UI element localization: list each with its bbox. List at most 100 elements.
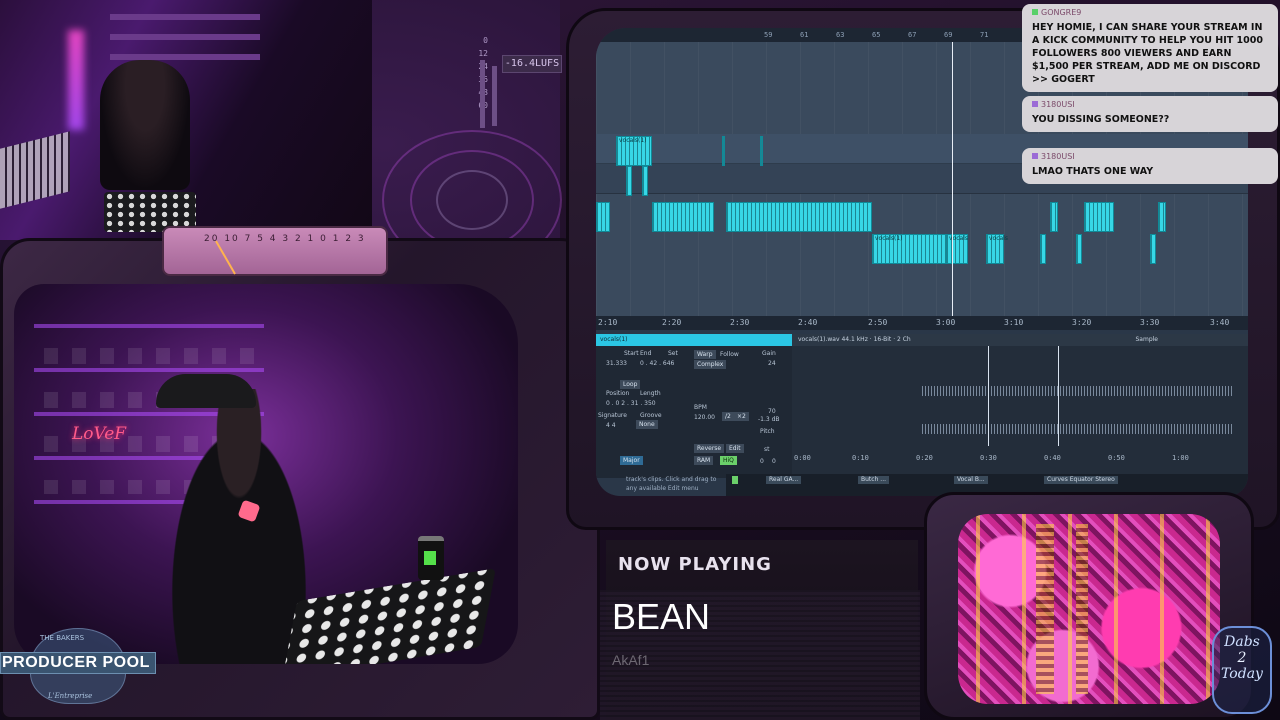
chat-message: 3180USI YOU DISSING SOMEONE?? xyxy=(1022,96,1278,132)
audio-clip[interactable] xyxy=(1158,202,1166,232)
audio-clip[interactable] xyxy=(652,202,714,232)
audio-clip[interactable]: vocals xyxy=(946,234,968,264)
sample-tick: 0:20 xyxy=(916,454,933,462)
shelf xyxy=(110,14,260,20)
signature-values[interactable]: 4 4 xyxy=(606,422,616,429)
sample-tick: 0:10 xyxy=(852,454,869,462)
chat-username: 3180USI xyxy=(1022,148,1278,161)
groove-select[interactable]: None xyxy=(636,420,658,429)
gain-label: Gain xyxy=(762,350,776,357)
pitch-value[interactable]: 0 xyxy=(760,458,764,465)
main-webcam: LoVeF xyxy=(14,284,518,664)
visualizer-bars xyxy=(1036,524,1136,694)
vu-scale: 20 10 7 5 4 3 2 1 0 1 2 3 xyxy=(204,234,366,244)
audio-clip[interactable] xyxy=(642,166,648,196)
double-button[interactable]: ×2 xyxy=(734,412,749,421)
logo-line: 2 xyxy=(1237,650,1247,666)
time-ruler[interactable]: 2:10 2:20 2:30 2:40 2:50 3:00 3:10 3:20 … xyxy=(596,316,1248,330)
neon-light xyxy=(68,30,84,130)
sample-editor[interactable]: vocals(1).wav 44.1 kHz · 16-Bit · 2 Ch S… xyxy=(792,334,1248,478)
audio-clip[interactable] xyxy=(1050,202,1058,232)
warp-mode-select[interactable]: Complex xyxy=(694,360,727,369)
device-real-ga[interactable]: Real GA... xyxy=(766,476,802,484)
sample-tab[interactable]: Sample xyxy=(1136,336,1159,343)
device-butch[interactable]: Butch ... xyxy=(858,476,890,484)
scale-select[interactable]: Major xyxy=(620,456,643,465)
audio-clip[interactable] xyxy=(760,136,763,166)
bpm-value[interactable]: 120.00 xyxy=(694,414,715,421)
ruler-tick: 69 xyxy=(944,31,953,39)
playhead[interactable] xyxy=(952,42,953,328)
hiq-button[interactable]: HiQ xyxy=(720,456,737,465)
platform-badge-icon xyxy=(1032,153,1038,159)
audio-clip[interactable]: vocals xyxy=(986,234,1008,264)
device-vocal[interactable]: Vocal B... xyxy=(954,476,988,484)
audio-clip[interactable] xyxy=(1040,234,1046,264)
loop-end-marker[interactable] xyxy=(1058,346,1059,446)
end-value[interactable]: 0 . 42 . 646 xyxy=(640,360,674,367)
time-tick: 3:30 xyxy=(1140,318,1160,327)
signature-label: Signature xyxy=(598,412,627,419)
visualizer xyxy=(958,514,1220,704)
pitch-cents[interactable]: 0 xyxy=(772,458,776,465)
chat-username: 3180USI xyxy=(1022,96,1278,109)
loop-button[interactable]: Loop xyxy=(620,380,641,389)
set-label: Set xyxy=(668,350,678,357)
loop-values[interactable]: 0 . 0 2 . 31 . 350 xyxy=(606,400,656,407)
start-value[interactable]: 31.333 xyxy=(606,360,627,367)
pitch-st: st xyxy=(764,446,770,453)
ruler-tick: 61 xyxy=(800,31,809,39)
meter-bar xyxy=(492,66,497,126)
ruler-tick: 59 xyxy=(764,31,773,39)
chat-message: GONGRE9 HEY HOMIE, I CAN SHARE YOUR STRE… xyxy=(1022,4,1278,92)
loudness-readout: -16.4LUFS xyxy=(502,55,562,73)
audio-clip[interactable] xyxy=(1076,234,1082,264)
song-artist: AkAf1 xyxy=(612,652,650,668)
sample-tick: 0:40 xyxy=(1044,454,1061,462)
audio-clip[interactable] xyxy=(1084,202,1114,232)
sample-tick: 1:00 xyxy=(1172,454,1189,462)
target-ring xyxy=(436,170,508,230)
gain-db[interactable]: -1.3 dB xyxy=(758,416,780,423)
waveform-channel xyxy=(922,424,1232,434)
chat-text: HEY HOMIE, I CAN SHARE YOUR STREAM IN A … xyxy=(1032,22,1263,85)
halve-button[interactable]: /2 xyxy=(722,412,734,421)
reverse-button[interactable]: Reverse xyxy=(694,444,725,453)
song-title: BEAN xyxy=(612,596,711,637)
info-hint: any available Edit menu xyxy=(626,485,699,492)
sample-tick: 0:00 xyxy=(794,454,811,462)
groove-label: Groove xyxy=(640,412,662,419)
audio-clip[interactable] xyxy=(726,202,872,232)
audio-clip[interactable] xyxy=(626,166,632,196)
logo-line: Today xyxy=(1221,666,1263,682)
neon-sign: LoVeF xyxy=(72,424,127,444)
audio-clip[interactable] xyxy=(596,202,610,232)
producer-figure xyxy=(100,60,190,190)
loop-start-marker[interactable] xyxy=(988,346,989,446)
warp-button[interactable]: Warp xyxy=(694,350,716,359)
edit-button[interactable]: Edit xyxy=(726,444,744,453)
ram-button[interactable]: RAM xyxy=(694,456,714,465)
time-tick: 2:30 xyxy=(730,318,750,327)
chat-text: YOU DISSING SOMEONE?? xyxy=(1032,114,1170,125)
follow-label: Follow xyxy=(720,351,739,358)
gain-top: 24 xyxy=(768,360,776,367)
producer-pool-label: PRODUCER POOL xyxy=(2,654,150,671)
clip-view-panel: vocals(1) Start End Set 31.333 0 . 42 . … xyxy=(596,334,792,478)
time-tick: 2:40 xyxy=(798,318,818,327)
cap xyxy=(156,374,256,408)
crest-top-text: THE BAKERS xyxy=(40,634,85,642)
audio-clip[interactable] xyxy=(1150,234,1156,264)
ruler-tick: 65 xyxy=(872,31,881,39)
shelf xyxy=(110,34,260,40)
clip-label: vocals(1) xyxy=(619,137,647,144)
audio-clip[interactable] xyxy=(722,136,725,166)
sample-tick: 0:30 xyxy=(980,454,997,462)
device-toggle[interactable] xyxy=(732,476,738,484)
audio-clip[interactable]: vocals(1) xyxy=(616,136,652,166)
chat-text: LMAO THATS ONE WAY xyxy=(1032,166,1154,177)
clip-label: vocals xyxy=(989,235,1008,242)
logo-line: Dabs xyxy=(1224,634,1260,650)
time-tick: 3:20 xyxy=(1072,318,1092,327)
device-curves-equator[interactable]: Curves Equator Stereo xyxy=(1044,476,1118,484)
